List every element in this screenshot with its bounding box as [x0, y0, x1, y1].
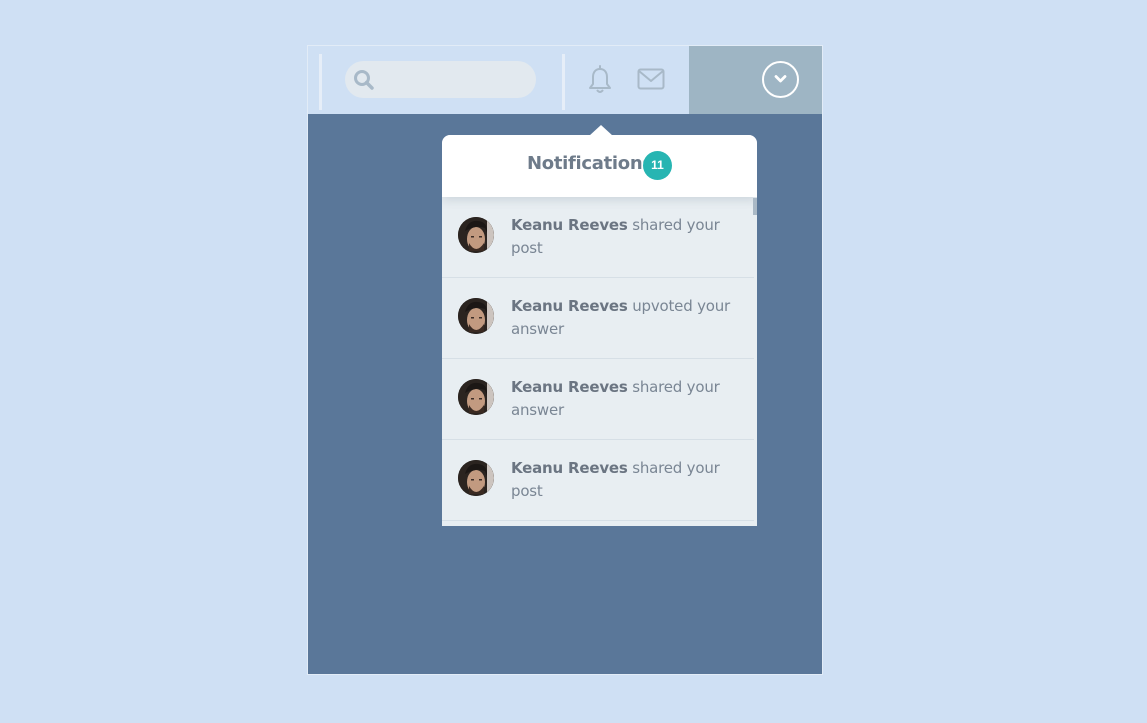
chevron-down-icon	[774, 75, 787, 83]
divider	[319, 54, 322, 110]
account-menu	[689, 46, 822, 114]
notification-item[interactable]: Keanu Reeves shared your post	[442, 440, 754, 521]
bell-icon[interactable]	[587, 65, 613, 95]
notification-text: Keanu Reeves shared your post	[511, 214, 741, 260]
notifications-header: Notifications 11	[442, 135, 757, 197]
divider	[562, 54, 565, 110]
avatar	[458, 460, 494, 496]
notification-item[interactable]: Keanu Reeves shared your answer	[442, 359, 754, 440]
avatar	[458, 379, 494, 415]
notification-item[interactable]: Keanu Reeves shared your post	[442, 197, 754, 278]
notifications-title: Notifications	[527, 153, 653, 174]
notification-text: Keanu Reeves upvoted your answer	[511, 295, 741, 341]
scrollbar[interactable]	[753, 198, 757, 215]
notification-user[interactable]: Keanu Reeves	[511, 378, 628, 396]
search-input[interactable]	[345, 61, 536, 98]
notification-text: Keanu Reeves shared your post	[511, 457, 741, 503]
search-icon	[354, 70, 374, 90]
account-dropdown-button[interactable]	[762, 61, 799, 98]
top-bar	[308, 46, 822, 114]
avatar	[458, 298, 494, 334]
notifications-dropdown: Notifications 11 Keanu Reeves shared you…	[442, 135, 757, 526]
notification-user[interactable]: Keanu Reeves	[511, 216, 628, 234]
mail-icon[interactable]	[637, 68, 665, 90]
notifications-count-badge: 11	[643, 151, 672, 180]
notification-text: Keanu Reeves shared your answer	[511, 376, 741, 422]
avatar	[458, 217, 494, 253]
notifications-list: Keanu Reeves shared your post Keanu Reev…	[442, 197, 757, 526]
notification-user[interactable]: Keanu Reeves	[511, 297, 628, 315]
notification-user[interactable]: Keanu Reeves	[511, 459, 628, 477]
notification-item[interactable]: Keanu Reeves upvoted your answer	[442, 278, 754, 359]
